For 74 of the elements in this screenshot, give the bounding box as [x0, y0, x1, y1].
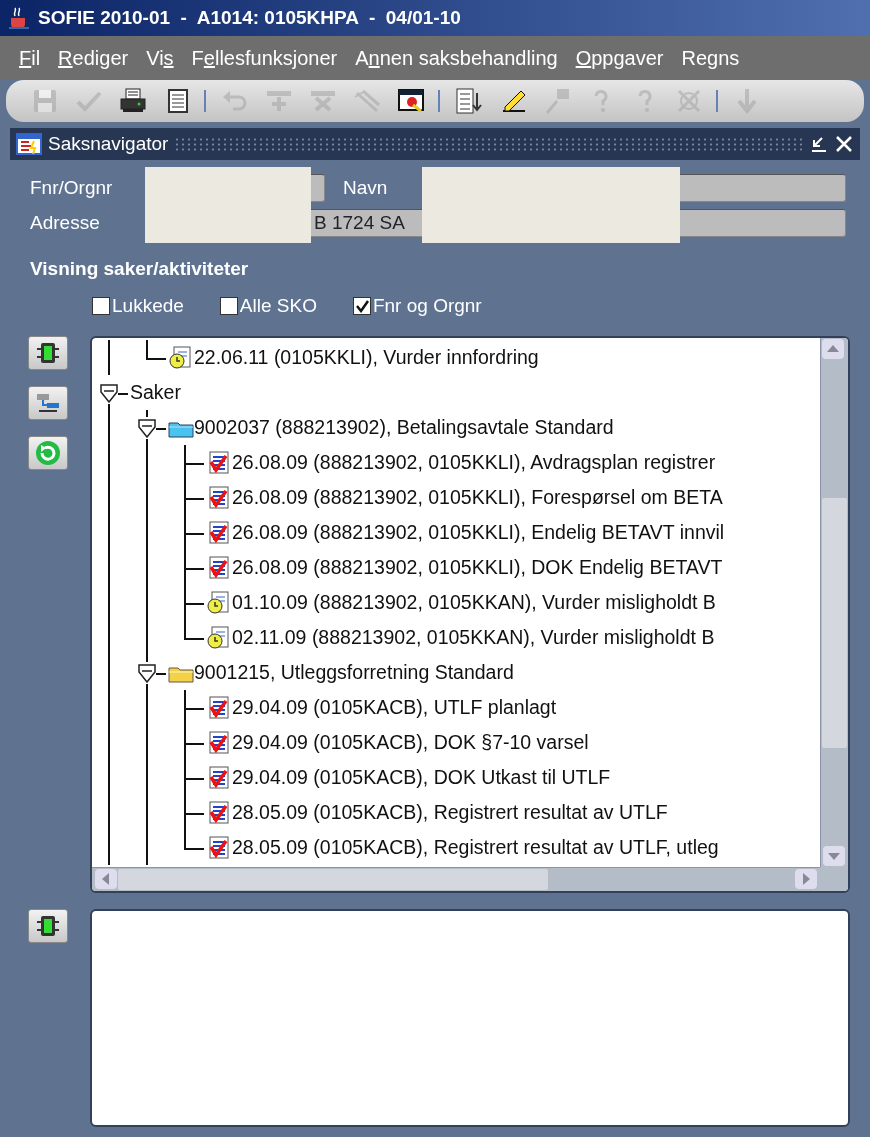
- tree-item-label[interactable]: 26.08.09 (888213902, 0105KKLI), DOK Endelig BETAVT: [232, 552, 723, 583]
- checked-document-icon: [206, 765, 232, 790]
- checkbox[interactable]: [92, 296, 110, 315]
- tree-item-label[interactable]: Saker: [130, 377, 181, 408]
- traffic-light-button[interactable]: [28, 909, 68, 943]
- tree-item-label[interactable]: 01.10.09 (888213902, 0105KKAN), Vurder misligholdt B: [232, 587, 716, 618]
- transfer-icon: [35, 391, 61, 415]
- scrollbar-corner: [820, 867, 848, 891]
- coffee-cup-icon: [8, 6, 30, 30]
- tree-item-label[interactable]: 26.08.09 (888213902, 0105KKLI), Endelig BETAVT innvil: [232, 517, 725, 548]
- tree-item-label[interactable]: 9002037 (888213902), Betalingsavtale Standard: [194, 412, 614, 443]
- menu-item[interactable]: Annen saksbehandling: [346, 43, 567, 73]
- sort-list-icon: [455, 87, 483, 115]
- scroll-right-icon: [794, 868, 818, 890]
- menu-item[interactable]: Fellesfunksjoner: [182, 43, 347, 73]
- printer-icon: [119, 87, 147, 115]
- checked-document-icon: [206, 800, 232, 825]
- traffic-light-icon: [36, 914, 60, 938]
- scroll-down-icon: [822, 845, 846, 867]
- close-icon[interactable]: [834, 134, 854, 154]
- vertical-scrollbar[interactable]: [820, 338, 848, 867]
- checked-document-icon: [206, 450, 232, 475]
- tree-item-label[interactable]: 29.04.09 (0105KACB), UTLF planlagt: [232, 692, 557, 723]
- transfer-button[interactable]: [28, 386, 68, 420]
- clock-document-icon: [168, 345, 194, 370]
- tree-item-label[interactable]: 9001215, Utleggsforretning Standard: [194, 657, 514, 688]
- refresh-button[interactable]: [28, 436, 68, 470]
- traffic-light-icon: [36, 341, 60, 365]
- scroll-thumb[interactable]: [118, 869, 548, 890]
- panel-title: Saksnavigator: [48, 131, 169, 156]
- tree-item-label[interactable]: 02.11.09 (888213902, 0105KKAN), Vurder misligholdt B: [232, 622, 715, 653]
- window-icon: [16, 132, 42, 156]
- checkbox-label: Alle SKO: [239, 293, 317, 318]
- menu-item[interactable]: Vis: [137, 43, 183, 73]
- section-title: Visning saker/aktiviteter: [29, 257, 250, 281]
- eraser-icon: [353, 87, 381, 115]
- menu-item[interactable]: Rediger: [49, 43, 138, 73]
- clock-document-icon: [206, 590, 232, 615]
- field-label: Navn: [342, 176, 389, 200]
- brush-icon: [543, 87, 571, 115]
- menu-item[interactable]: Oppgaver: [566, 43, 673, 73]
- field-label: Fnr/Orgnr: [30, 176, 114, 200]
- checked-document-icon: [206, 730, 232, 755]
- tree-item-label[interactable]: 28.05.09 (0105KACB), Registrert resultat av UTLF, utleg: [232, 832, 719, 863]
- field-label: Adresse: [30, 210, 101, 235]
- scroll-left-icon: [94, 868, 118, 890]
- tree-item-label[interactable]: 26.08.09 (888213902, 0105KKLI), Avdragsplan registrer: [232, 447, 716, 478]
- checked-document-icon: [206, 835, 232, 860]
- checkbox-label: Lukkede: [112, 293, 184, 318]
- checked-document-icon: [206, 695, 232, 720]
- scroll-thumb[interactable]: [822, 498, 847, 748]
- tree-item-label[interactable]: 22.06.11 (0105KKLI), Vurder innfordring: [194, 342, 539, 373]
- refresh-icon: [35, 440, 61, 466]
- checkbox-label: Fnr og Orgnr: [372, 293, 482, 318]
- form-window-icon: [397, 87, 425, 115]
- menu-item[interactable]: Regns: [672, 43, 749, 73]
- clock-document-icon: [206, 625, 232, 650]
- tree-item-label[interactable]: 28.05.09 (0105KACB), Registrert resultat av UTLF: [232, 797, 668, 828]
- tree-item-label[interactable]: 29.04.09 (0105KACB), DOK §7-10 varsel: [232, 727, 589, 758]
- checked-document-icon: [206, 485, 232, 510]
- checkbox[interactable]: [352, 296, 371, 315]
- checkmark-icon: [354, 298, 369, 313]
- checked-document-icon: [206, 555, 232, 580]
- save-icon: [31, 87, 59, 115]
- horizontal-scrollbar[interactable]: [92, 867, 820, 891]
- tree-item-label[interactable]: 26.08.09 (888213902, 0105KKLI), Forespørsel om BETA: [232, 482, 723, 513]
- window-title: SOFIE 2010-01 - A1014: 0105KHPA - 04/01-10: [38, 5, 461, 30]
- checked-document-icon: [206, 520, 232, 545]
- tree-item-label[interactable]: 29.04.09 (0105KACB), DOK Utkast til UTLF: [232, 762, 611, 793]
- traffic-light-button[interactable]: [28, 336, 68, 370]
- scroll-up-icon: [821, 338, 845, 360]
- cancel-icon: [675, 87, 703, 115]
- checkbox[interactable]: [219, 296, 238, 315]
- menu-item[interactable]: Fil: [10, 43, 50, 73]
